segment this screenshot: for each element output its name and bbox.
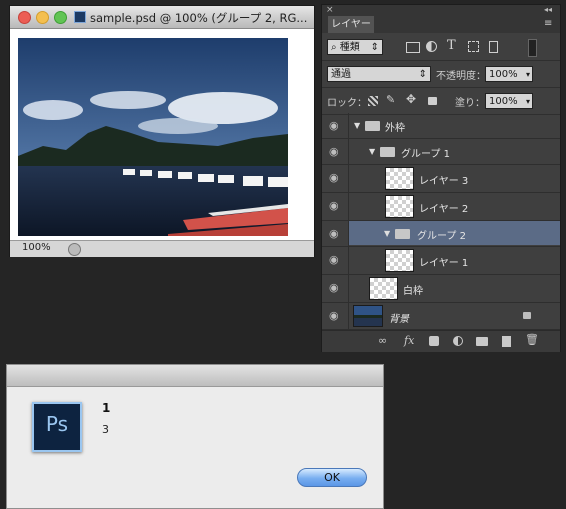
trash-icon[interactable]: 🗑 <box>525 333 539 346</box>
status-info-icon[interactable] <box>68 243 81 256</box>
layer-row-group-2[interactable]: ◉ ▼ グループ 2 <box>322 221 560 247</box>
visibility-eye-icon[interactable]: ◉ <box>329 282 339 293</box>
layer-row-white-frame[interactable]: ◉ 白枠 <box>322 275 560 303</box>
visibility-eye-icon[interactable]: ◉ <box>329 200 339 211</box>
chevron-down-icon[interactable]: ▾ <box>526 94 530 109</box>
lock-position-icon[interactable]: ✥ <box>406 92 416 106</box>
fill-value: 100% <box>489 96 518 107</box>
filter-kind-label: 種類 <box>339 42 360 53</box>
folder-icon <box>365 121 380 131</box>
layer-thumbnail <box>385 249 414 272</box>
dialog-message-line-1: 1 <box>102 401 111 415</box>
blend-row: 通過 ⇕ 不透明度： 100% ▾ <box>322 61 560 88</box>
panel-footer: ∞ fx 🗑 <box>322 330 560 352</box>
panel-menu-icon[interactable]: ≡ <box>544 18 552 29</box>
document-title: sample.psd @ 100% (グループ 2, RG... <box>90 11 308 25</box>
background-thumbnail <box>353 305 383 327</box>
tab-layers[interactable]: レイヤー <box>328 16 374 33</box>
search-icon: ⌕ <box>331 42 337 53</box>
image-icon[interactable] <box>406 42 420 53</box>
lock-all-icon[interactable] <box>428 97 437 105</box>
layer-row-outer-frame[interactable]: ◉ ▼ 外枠 <box>322 113 560 139</box>
smart-object-icon[interactable] <box>489 41 498 53</box>
layers-panel: × ◂◂ レイヤー ≡ ⌕ 種類 ⇕ T 通過 ⇕ 不透明度： 100% ▾ ロ… <box>321 4 561 352</box>
new-layer-icon[interactable] <box>502 336 511 347</box>
fill-label: 塗り： <box>455 98 485 109</box>
close-window-button[interactable] <box>18 11 31 24</box>
opacity-label: 不透明度： <box>436 71 486 82</box>
expand-triangle-icon[interactable]: ▼ <box>354 121 360 130</box>
type-icon[interactable]: T <box>447 38 456 53</box>
opacity-value: 100% <box>489 69 518 80</box>
blend-mode-select[interactable]: 通過 ⇕ <box>327 66 431 82</box>
filter-row: ⌕ 種類 ⇕ T <box>322 34 560 61</box>
layer-row-layer-2[interactable]: ◉ レイヤー 2 <box>322 193 560 221</box>
visibility-eye-icon[interactable]: ◉ <box>329 228 339 239</box>
zoom-level[interactable]: 100% <box>22 242 51 253</box>
document-canvas[interactable] <box>10 29 314 240</box>
visibility-eye-icon[interactable]: ◉ <box>329 254 339 265</box>
document-status-bar: 100% <box>10 240 314 257</box>
filter-kind-select[interactable]: ⌕ 種類 ⇕ <box>327 39 383 55</box>
zoom-window-button[interactable] <box>54 11 67 24</box>
layer-name: グループ 2 <box>417 231 466 242</box>
ok-button[interactable]: OK <box>297 468 367 487</box>
stepper-icon: ⇕ <box>370 42 379 53</box>
lock-transparency-icon[interactable] <box>368 96 378 106</box>
alert-dialog: Ps 1 3 OK <box>6 364 384 509</box>
layer-name: レイヤー 3 <box>419 176 469 187</box>
photoshop-app-icon: Ps <box>32 402 82 452</box>
lock-icon <box>523 312 531 319</box>
document-title-bar[interactable]: sample.psd @ 100% (グループ 2, RG... <box>10 6 314 29</box>
layer-row-layer-1[interactable]: ◉ レイヤー 1 <box>322 247 560 275</box>
layer-name: 白枠 <box>403 286 423 297</box>
folder-icon <box>395 229 410 239</box>
dialog-title-bar[interactable] <box>7 365 383 387</box>
add-mask-icon[interactable] <box>429 336 439 346</box>
chevron-down-icon[interactable]: ▾ <box>526 67 530 82</box>
lake-photo <box>18 38 288 236</box>
visibility-eye-icon[interactable]: ◉ <box>329 120 339 131</box>
expand-triangle-icon[interactable]: ▼ <box>369 147 375 156</box>
adjustment-icon[interactable] <box>426 41 437 52</box>
visibility-eye-icon[interactable]: ◉ <box>329 310 339 321</box>
layer-row-group-1[interactable]: ◉ ▼ グループ 1 <box>322 139 560 165</box>
filter-toggle-switch[interactable] <box>528 39 537 57</box>
fx-icon[interactable]: fx <box>404 334 414 347</box>
visibility-eye-icon[interactable]: ◉ <box>329 146 339 157</box>
layer-row-background[interactable]: ◉ 背景 <box>322 303 560 330</box>
collapse-panel-icon[interactable]: ◂◂ <box>544 5 552 14</box>
lock-row: ロック： ✎ ✥ 塗り： 100% ▾ <box>322 88 560 115</box>
layer-thumbnail <box>369 277 398 300</box>
opacity-field[interactable]: 100% ▾ <box>485 66 533 82</box>
shape-icon[interactable] <box>468 41 479 52</box>
minimize-window-button[interactable] <box>36 11 49 24</box>
visibility-eye-icon[interactable]: ◉ <box>329 172 339 183</box>
new-group-icon[interactable] <box>476 337 488 346</box>
layer-name: グループ 1 <box>401 149 450 160</box>
link-layers-icon[interactable]: ∞ <box>378 334 387 347</box>
new-adjustment-icon[interactable] <box>453 336 463 346</box>
layer-thumbnail <box>385 195 414 218</box>
layer-name: 背景 <box>389 314 409 325</box>
fill-field[interactable]: 100% ▾ <box>485 93 533 109</box>
psd-file-icon <box>74 11 86 23</box>
layer-row-layer-3[interactable]: ◉ レイヤー 3 <box>322 165 560 193</box>
folder-icon <box>380 147 395 157</box>
blend-mode-value: 通過 <box>331 69 351 80</box>
document-window: sample.psd @ 100% (グループ 2, RG... 100% <box>9 5 315 257</box>
lock-pixels-icon[interactable]: ✎ <box>386 93 395 106</box>
layer-name: レイヤー 2 <box>419 204 469 215</box>
stepper-icon: ⇕ <box>418 69 427 80</box>
photoshop-logo-text: Ps <box>45 412 69 436</box>
dialog-message-line-2: 3 <box>102 423 109 436</box>
close-panel-icon[interactable]: × <box>326 5 334 15</box>
layer-name: レイヤー 1 <box>419 258 469 269</box>
lock-label: ロック： <box>327 98 367 109</box>
layer-name: 外枠 <box>385 123 405 134</box>
layer-thumbnail <box>385 167 414 190</box>
panel-header: × ◂◂ レイヤー ≡ <box>322 5 560 33</box>
expand-triangle-icon[interactable]: ▼ <box>384 229 390 238</box>
